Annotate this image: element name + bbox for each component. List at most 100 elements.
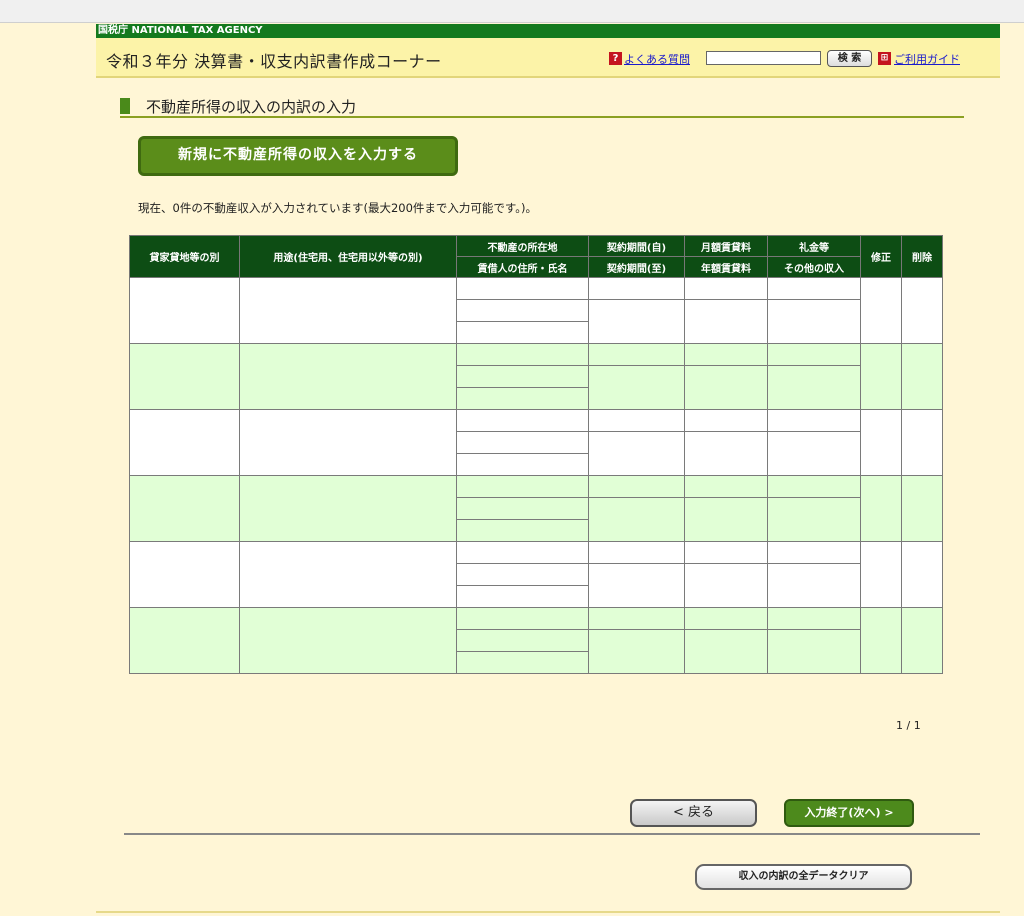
cell-edit [860,541,902,608]
cell-edit [860,343,902,410]
cell-contract-to [588,431,685,476]
header-contract-from: 契約期間(自) [588,235,685,257]
cell-annual-rent [684,365,768,410]
finish-next-button[interactable]: 入力終了(次へ) > [784,799,914,827]
cell-tenant [456,431,589,454]
cell-contract-from [588,409,685,432]
search-button[interactable]: 検 索 [827,50,872,67]
cell-monthly-rent [684,343,768,366]
cell-key-money [767,409,861,432]
cell-monthly-rent [684,277,768,300]
clear-all-data-button[interactable]: 収入の内訳の全データクリア [695,864,912,890]
table-row [129,541,943,608]
cell-tenant-detail [456,519,589,542]
table-row [129,475,943,542]
corner-title: 令和３年分 決算書・収支内訳書作成コーナー [106,52,442,71]
user-guide-link[interactable]: ご利用ガイド [894,51,960,67]
cell-tenant [456,629,589,652]
cell-annual-rent [684,299,768,344]
divider [124,833,980,835]
table-row [129,409,943,476]
cell-location [456,409,589,432]
cell-contract-from [588,541,685,564]
cell-usage [239,277,457,344]
cell-lender-type [129,475,240,542]
cell-annual-rent [684,497,768,542]
cell-tenant-detail [456,585,589,608]
cell-other-income [767,431,861,476]
cell-contract-from [588,343,685,366]
header-delete: 削除 [901,235,943,278]
cell-delete [901,409,943,476]
cell-key-money [767,541,861,564]
cell-annual-rent [684,431,768,476]
cell-edit [860,409,902,476]
cell-usage [239,475,457,542]
cell-usage [239,409,457,476]
header-annual-rent: 年額賃貸料 [684,256,768,278]
cell-edit [860,607,902,674]
cell-location [456,277,589,300]
cell-other-income [767,563,861,608]
section-heading: 不動産所得の収入の内訳の入力 [120,96,964,118]
cell-annual-rent [684,629,768,674]
browser-toolbar [0,0,1024,23]
cell-usage [239,607,457,674]
header-other-income: その他の収入 [767,256,861,278]
cell-other-income [767,629,861,674]
cell-lender-type [129,541,240,608]
cell-key-money [767,277,861,300]
question-icon: ? [609,52,622,65]
header-edit: 修正 [860,235,902,278]
cell-lender-type [129,343,240,410]
cell-location [456,343,589,366]
new-income-button[interactable]: 新規に不動産所得の収入を入力する [138,136,458,176]
cell-tenant [456,497,589,520]
cell-tenant-detail [456,651,589,674]
cell-usage [239,343,457,410]
header-lender-type: 貸家貸地等の別 [129,235,240,278]
heading-marker [120,98,130,114]
cell-delete [901,607,943,674]
cell-monthly-rent [684,475,768,498]
header-usage: 用途(住宅用、住宅用以外等の別) [239,235,457,278]
search-input[interactable] [706,51,821,65]
cell-tenant [456,365,589,388]
cell-other-income [767,497,861,542]
back-button[interactable]: < 戻る [630,799,757,827]
cell-contract-from [588,277,685,300]
cell-edit [860,475,902,542]
cell-contract-to [588,497,685,542]
cell-monthly-rent [684,607,768,630]
cell-delete [901,475,943,542]
income-table: 貸家貸地等の別 用途(住宅用、住宅用以外等の別) 不動産の所在地 契約期間(自)… [129,235,943,674]
cell-location [456,475,589,498]
cell-location [456,541,589,564]
entry-count-text: 現在、0件の不動産収入が入力されています(最大200件まで入力可能です。)。 [138,201,537,215]
agency-banner: 国税庁 NATIONAL TAX AGENCY [96,24,1000,38]
cell-monthly-rent [684,409,768,432]
cell-tenant [456,563,589,586]
header-tenant: 賃借人の住所・氏名 [456,256,589,278]
header-contract-to: 契約期間(至) [588,256,685,278]
table-row [129,277,943,344]
book-icon: ⊞ [878,52,891,65]
header-monthly-rent: 月額賃貸料 [684,235,768,257]
faq-link[interactable]: よくある質問 [624,51,690,67]
cell-other-income [767,299,861,344]
corner-header: 令和３年分 決算書・収支内訳書作成コーナー ? よくある質問 検 索 ⊞ ご利用… [96,38,1000,78]
income-table-body [129,277,943,674]
cell-contract-from [588,475,685,498]
cell-tenant-detail [456,321,589,344]
cell-lender-type [129,277,240,344]
cell-contract-to [588,365,685,410]
header-key-money: 礼金等 [767,235,861,257]
cell-lender-type [129,607,240,674]
table-row [129,607,943,674]
cell-tenant [456,299,589,322]
header-location: 不動産の所在地 [456,235,589,257]
cell-delete [901,541,943,608]
footer-divider [96,911,1000,913]
cell-delete [901,343,943,410]
cell-edit [860,277,902,344]
